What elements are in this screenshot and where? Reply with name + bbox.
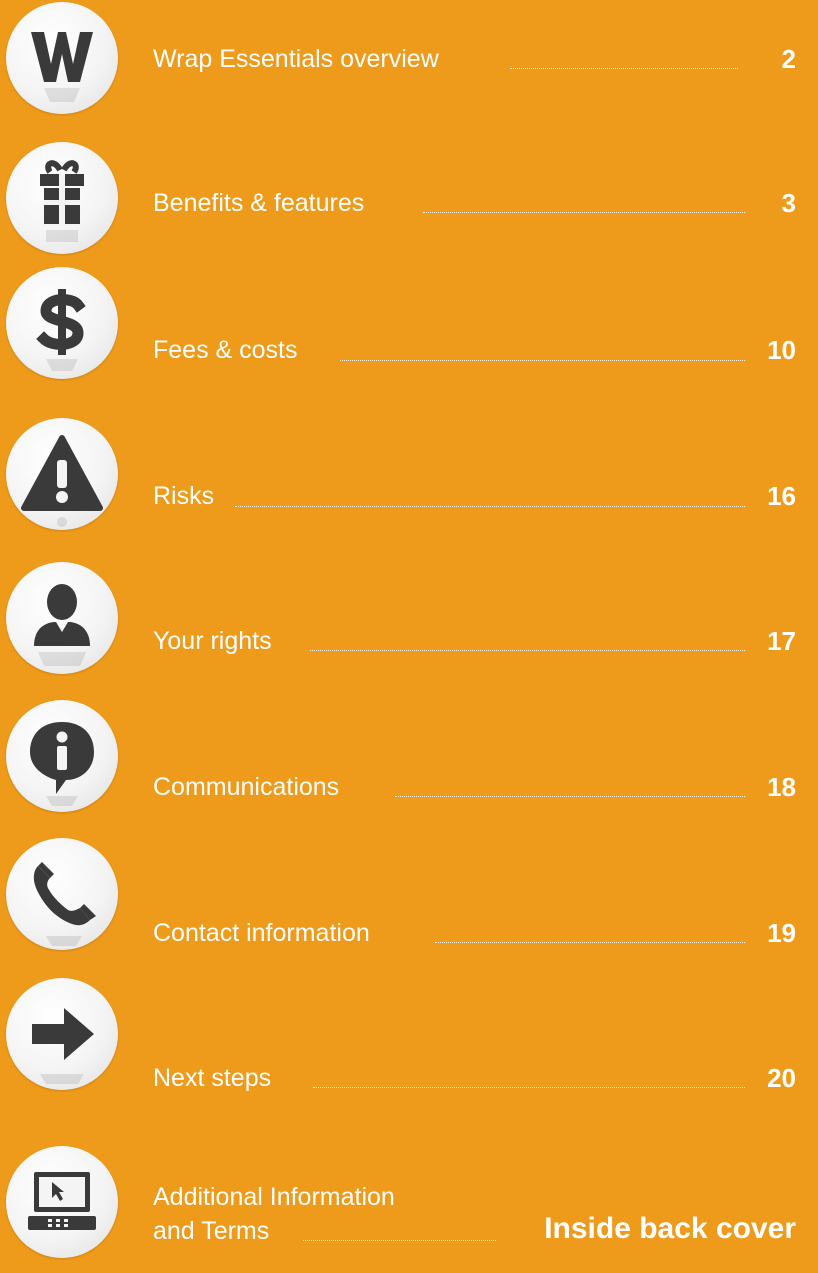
toc-label: Communications xyxy=(153,773,340,801)
toc-page-number: 2 xyxy=(781,44,796,74)
toc-page-number: 16 xyxy=(767,481,796,511)
laptop-icon xyxy=(6,1146,118,1258)
toc-label: Risks xyxy=(153,482,215,510)
toc-row-wrap-essentials[interactable]: Wrap Essentials overview 2 xyxy=(0,0,818,140)
toc-page-number: 10 xyxy=(767,335,796,365)
dot-leader xyxy=(435,942,745,943)
toc-label: Wrap Essentials overview xyxy=(153,45,439,73)
warning-icon xyxy=(6,418,118,530)
w-letter-icon xyxy=(6,2,118,114)
dot-leader xyxy=(423,212,745,213)
toc-label: Benefits & features xyxy=(153,189,365,217)
table-of-contents: Wrap Essentials overview 2 Benefits & fe… xyxy=(0,0,818,1273)
phone-icon xyxy=(6,838,118,950)
toc-row-communications[interactable]: Communications 18 xyxy=(0,700,818,840)
dot-leader xyxy=(340,360,745,361)
person-icon xyxy=(6,562,118,674)
toc-page-number: 17 xyxy=(767,626,796,656)
toc-label-line-1: Additional Information xyxy=(153,1183,395,1211)
toc-page-number: 19 xyxy=(767,918,796,948)
toc-row-risks[interactable]: Risks 16 xyxy=(0,418,818,560)
toc-row-next-steps[interactable]: Next steps 20 xyxy=(0,978,818,1120)
toc-page-number: 3 xyxy=(781,188,796,218)
toc-page-number: 20 xyxy=(767,1063,796,1093)
toc-page-number: Inside back cover xyxy=(544,1212,796,1245)
dot-leader xyxy=(313,1087,745,1088)
toc-label: Contact information xyxy=(153,919,370,947)
toc-page-number: 18 xyxy=(767,772,796,802)
toc-row-your-rights[interactable]: Your rights 17 xyxy=(0,560,818,700)
toc-label: Your rights xyxy=(153,627,272,655)
toc-label-line-2: and Terms xyxy=(153,1217,270,1245)
dot-leader xyxy=(303,1240,496,1241)
toc-row-fees-costs[interactable]: Fees & costs 10 xyxy=(0,267,818,420)
toc-row-contact-information[interactable]: Contact information 19 xyxy=(0,838,818,980)
arrow-right-icon xyxy=(6,978,118,1090)
toc-label: Fees & costs xyxy=(153,336,298,364)
toc-row-benefits-features[interactable]: Benefits & features 3 xyxy=(0,140,818,280)
dot-leader xyxy=(235,506,745,507)
toc-label: Next steps xyxy=(153,1064,272,1092)
dollar-icon xyxy=(6,267,118,379)
toc-row-additional-information[interactable]: Additional Information and Terms Inside … xyxy=(0,1120,818,1273)
info-icon xyxy=(6,700,118,812)
gift-icon xyxy=(6,142,118,254)
dot-leader xyxy=(310,650,745,651)
dot-leader xyxy=(395,796,745,797)
dot-leader xyxy=(510,68,738,69)
